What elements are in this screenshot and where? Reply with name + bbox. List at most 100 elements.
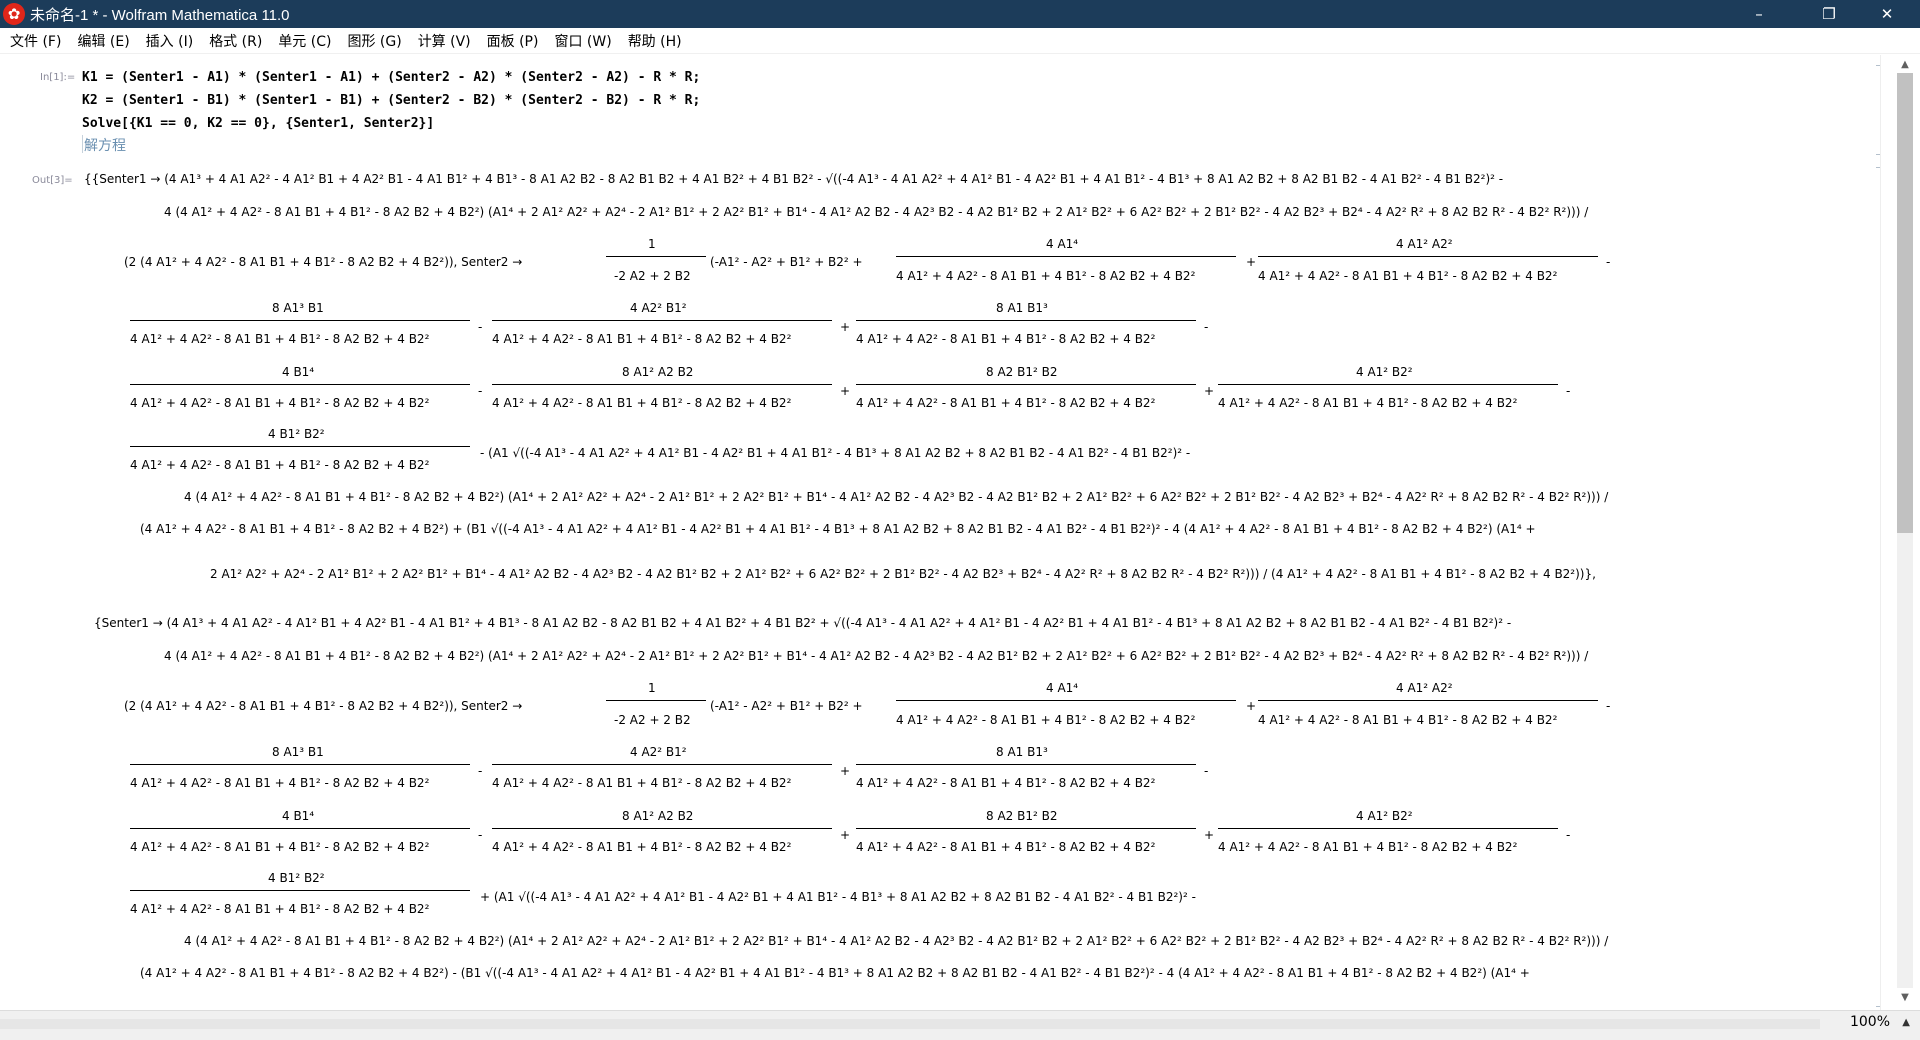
menu-palettes[interactable]: 面板 (P) <box>481 31 545 51</box>
fraction-denominator: 4 A1² + 4 A2² - 8 A1 B1 + 4 B1² - 8 A2 B… <box>130 458 430 472</box>
fraction-numerator: 8 A1 B1³ <box>996 301 1048 315</box>
scroll-up-arrow-icon[interactable]: ▲ <box>1897 57 1913 73</box>
fraction-numerator: 4 A1⁴ <box>1046 237 1079 251</box>
in-label: In[1]:= <box>40 72 76 83</box>
fraction-denominator: 4 A1² + 4 A2² - 8 A1 B1 + 4 B1² - 8 A2 B… <box>130 332 430 346</box>
input-line-3[interactable]: Solve[{K1 == 0, K2 == 0}, {Senter1, Sent… <box>82 116 434 131</box>
output-line: (-A1² - A2² + B1² + B2² + <box>710 699 863 713</box>
fraction-numerator: 1 <box>648 681 656 695</box>
window-title: 未命名-1 * - Wolfram Mathematica 11.0 <box>30 6 290 24</box>
fraction-bar <box>130 384 470 385</box>
operator: + <box>1246 699 1257 713</box>
output-line: (-A1² - A2² + B1² + B2² + <box>710 255 863 269</box>
fraction-denominator: 4 A1² + 4 A2² - 8 A1 B1 + 4 B1² - 8 A2 B… <box>130 776 430 790</box>
fraction-bar <box>130 828 470 829</box>
output-line: 2 A1² A2² + A2⁴ - 2 A1² B1² + 2 A2² B1² … <box>210 567 1596 581</box>
menu-insert[interactable]: 插入 (I) <box>140 31 200 51</box>
fraction-bar <box>130 320 470 321</box>
menu-help[interactable]: 帮助 (H) <box>622 31 688 51</box>
output-line: {{Senter1 → (4 A1³ + 4 A1 A2² - 4 A1² B1… <box>84 172 1504 186</box>
zoom-menu-arrow-icon[interactable]: ▲ <box>1902 1017 1910 1028</box>
fraction-numerator: 4 B1² B2² <box>268 427 325 441</box>
operator: - <box>478 764 483 778</box>
menu-edit[interactable]: 编辑 (E) <box>71 31 135 51</box>
fraction-numerator: 4 A1² B2² <box>1356 809 1413 823</box>
operator: - <box>1566 384 1571 398</box>
fraction-denominator: 4 A1² + 4 A2² - 8 A1 B1 + 4 B1² - 8 A2 B… <box>130 396 430 410</box>
fraction-bar <box>1258 256 1598 257</box>
output-line: - (A1 √((-4 A1³ - 4 A1 A2² + 4 A1² B1 - … <box>480 446 1191 460</box>
fraction-numerator: 4 A2² B1² <box>630 745 687 759</box>
fraction-denominator: -2 A2 + 2 B2 <box>614 713 691 727</box>
fraction-bar <box>130 890 470 891</box>
close-button[interactable]: ✕ <box>1864 0 1910 28</box>
fraction-denominator: 4 A1² + 4 A2² - 8 A1 B1 + 4 B1² - 8 A2 B… <box>130 902 430 916</box>
zoom-level[interactable]: 100% <box>1850 1014 1890 1030</box>
mathematica-logo-icon[interactable]: ✿ <box>3 3 25 25</box>
fraction-bar <box>492 320 832 321</box>
fraction-bar <box>492 764 832 765</box>
fraction-denominator: 4 A1² + 4 A2² - 8 A1 B1 + 4 B1² - 8 A2 B… <box>492 396 792 410</box>
fraction-numerator: 8 A2 B1² B2 <box>986 809 1058 823</box>
menu-evaluation[interactable]: 计算 (V) <box>412 31 477 51</box>
fraction-bar <box>1218 828 1558 829</box>
output-line: 4 (4 A1² + 4 A2² - 8 A1 B1 + 4 B1² - 8 A… <box>164 649 1589 663</box>
menu-graphics[interactable]: 图形 (G) <box>341 31 407 51</box>
output-line: (2 (4 A1² + 4 A2² - 8 A1 B1 + 4 B1² - 8 … <box>124 699 523 713</box>
operator: + <box>1246 255 1257 269</box>
fraction-bar <box>130 764 470 765</box>
operator: + <box>1204 384 1215 398</box>
scroll-thumb[interactable] <box>1897 73 1913 533</box>
fraction-numerator: 4 A1² B2² <box>1356 365 1413 379</box>
input-line-2[interactable]: K2 = (Senter1 - B1) * (Senter1 - B1) + (… <box>82 93 700 108</box>
output-line: {Senter1 → (4 A1³ + 4 A1 A2² - 4 A1² B1 … <box>94 616 1512 630</box>
fraction-denominator: 4 A1² + 4 A2² - 8 A1 B1 + 4 B1² - 8 A2 B… <box>492 332 792 346</box>
fraction-denominator: 4 A1² + 4 A2² - 8 A1 B1 + 4 B1² - 8 A2 B… <box>856 840 1156 854</box>
horizontal-scrollbar[interactable] <box>0 1019 1820 1029</box>
scroll-down-arrow-icon[interactable]: ▼ <box>1897 990 1913 1006</box>
vertical-scrollbar[interactable]: ▲ ▼ <box>1880 55 1920 1010</box>
menu-window[interactable]: 窗口 (W) <box>548 31 617 51</box>
fraction-bar <box>606 700 706 701</box>
fraction-numerator: 8 A2 B1² B2 <box>986 365 1058 379</box>
fraction-denominator: 4 A1² + 4 A2² - 8 A1 B1 + 4 B1² - 8 A2 B… <box>896 713 1196 727</box>
fraction-denominator: 4 A1² + 4 A2² - 8 A1 B1 + 4 B1² - 8 A2 B… <box>856 332 1156 346</box>
operator: - <box>478 828 483 842</box>
operator: + <box>840 764 851 778</box>
menu-cell[interactable]: 单元 (C) <box>272 31 337 51</box>
fraction-bar <box>492 384 832 385</box>
operator: + <box>840 320 851 334</box>
fraction-bar <box>606 256 706 257</box>
fraction-numerator: 4 A1⁴ <box>1046 681 1079 695</box>
fraction-bar <box>856 764 1196 765</box>
operator: - <box>1606 255 1611 269</box>
fraction-bar <box>896 700 1236 701</box>
restore-button[interactable]: ❐ <box>1806 0 1852 28</box>
minimize-button[interactable]: – <box>1736 0 1782 28</box>
fraction-numerator: 4 A2² B1² <box>630 301 687 315</box>
output-line: (2 (4 A1² + 4 A2² - 8 A1 B1 + 4 B1² - 8 … <box>124 255 523 269</box>
fraction-bar <box>492 828 832 829</box>
output-line: 4 (4 A1² + 4 A2² - 8 A1 B1 + 4 B1² - 8 A… <box>184 934 1609 948</box>
notebook-area[interactable]: In[1]:= K1 = (Senter1 - A1) * (Senter1 -… <box>0 55 1880 1010</box>
menu-file[interactable]: 文件 (F) <box>4 31 67 51</box>
title-bar: ✿ 未命名-1 * - Wolfram Mathematica 11.0 – ❐… <box>0 0 1920 28</box>
operator: - <box>1606 699 1611 713</box>
status-bar: 100% ▲ <box>0 1010 1920 1040</box>
fraction-denominator: 4 A1² + 4 A2² - 8 A1 B1 + 4 B1² - 8 A2 B… <box>1218 396 1518 410</box>
fraction-numerator: 4 B1⁴ <box>282 809 315 823</box>
output-line: 4 (4 A1² + 4 A2² - 8 A1 B1 + 4 B1² - 8 A… <box>164 205 1589 219</box>
operator: - <box>1204 320 1209 334</box>
operator: - <box>1204 764 1209 778</box>
fraction-bar <box>130 446 470 447</box>
operator: + <box>840 384 851 398</box>
suggestion-solve-equation[interactable]: 解方程 <box>84 135 126 155</box>
menu-bar: 文件 (F) 编辑 (E) 插入 (I) 格式 (R) 单元 (C) 图形 (G… <box>0 28 1920 54</box>
fraction-numerator: 8 A1 B1³ <box>996 745 1048 759</box>
fraction-numerator: 8 A1² A2 B2 <box>622 365 694 379</box>
menu-format[interactable]: 格式 (R) <box>203 31 268 51</box>
input-line-1[interactable]: K1 = (Senter1 - A1) * (Senter1 - A1) + (… <box>82 70 700 85</box>
fraction-numerator: 8 A1³ B1 <box>272 301 324 315</box>
fraction-bar <box>1258 700 1598 701</box>
fraction-denominator: 4 A1² + 4 A2² - 8 A1 B1 + 4 B1² - 8 A2 B… <box>1258 269 1558 283</box>
